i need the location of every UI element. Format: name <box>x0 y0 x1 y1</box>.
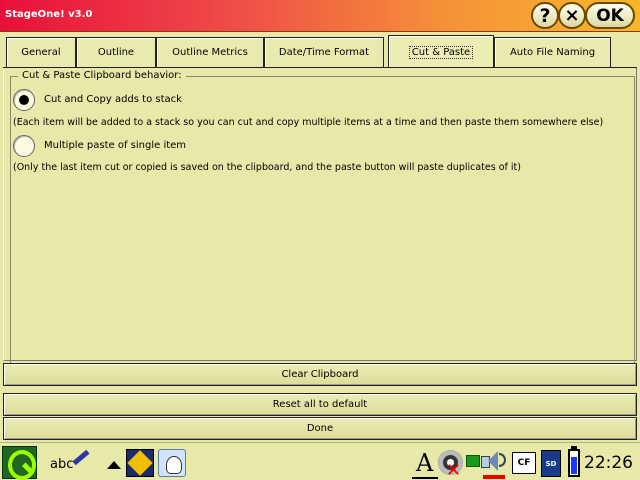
compact-flash-icon[interactable]: CF <box>512 452 536 474</box>
taskbar: abc A ✕ CF SD 22:26 <box>0 442 640 480</box>
font-icon[interactable]: A <box>416 449 433 477</box>
done-button[interactable]: Done <box>3 417 637 440</box>
help-button[interactable]: ? <box>531 2 559 29</box>
tab-auto-file-naming[interactable]: Auto File Naming <box>494 37 611 67</box>
window-title: StageOne! v3.0 <box>5 9 93 20</box>
tab-cut-paste[interactable]: Cut & Paste <box>388 35 494 68</box>
tab-date-time-format[interactable]: Date/Time Format <box>264 37 384 67</box>
title-bar: StageOne! v3.0 ? × OK <box>0 0 640 32</box>
tab-outline[interactable]: Outline <box>76 37 156 67</box>
radio-stack-label[interactable]: Cut and Copy adds to stack <box>44 94 182 105</box>
tab-page: Cut & Paste Clipboard behavior: Cut and … <box>3 68 637 364</box>
battery-fill <box>571 457 577 474</box>
menu-up-arrow-icon[interactable] <box>107 461 121 469</box>
tab-strip: General Outline Outline Metrics Date/Tim… <box>0 32 640 68</box>
ok-button[interactable]: OK <box>585 2 635 29</box>
tab-outline-metrics[interactable]: Outline Metrics <box>156 37 264 67</box>
stack-description: (Each item will be added to a stack so y… <box>13 117 604 128</box>
battery-icon[interactable] <box>568 449 580 477</box>
font-underline <box>412 477 438 479</box>
app-icon[interactable] <box>158 449 186 477</box>
volume-level-bar <box>483 475 505 479</box>
clock[interactable]: 22:26 <box>584 453 633 473</box>
qtopia-launcher-icon[interactable] <box>2 446 37 480</box>
network-icon[interactable] <box>466 455 480 467</box>
sd-card-icon[interactable]: SD <box>541 450 561 477</box>
reset-all-button[interactable]: Reset all to default <box>3 393 637 416</box>
radio-single-item[interactable] <box>13 135 35 157</box>
close-button[interactable]: × <box>558 2 586 29</box>
clear-clipboard-button[interactable]: Clear Clipboard <box>3 363 637 386</box>
group-title: Cut & Paste Clipboard behavior: <box>18 70 186 81</box>
radio-single-item-label[interactable]: Multiple paste of single item <box>44 140 186 151</box>
handwriting-input-icon[interactable] <box>72 449 90 466</box>
radio-stack[interactable] <box>13 89 35 111</box>
single-item-description: (Only the last item cut or copied is sav… <box>13 162 521 173</box>
input-method-text[interactable]: abc <box>50 457 73 472</box>
x-mark-icon: ✕ <box>446 460 462 480</box>
tab-general[interactable]: General <box>6 37 76 67</box>
app-icon[interactable] <box>126 449 154 477</box>
